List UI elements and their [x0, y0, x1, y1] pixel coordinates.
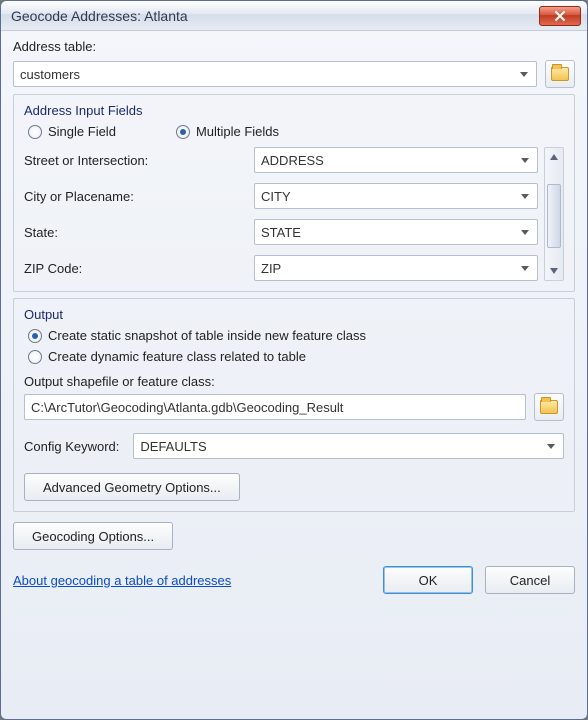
dynamic-feature-label: Create dynamic feature class related to …: [48, 349, 306, 364]
cancel-label: Cancel: [510, 573, 550, 588]
radio-checked-icon: [28, 329, 42, 343]
street-label: Street or Intersection:: [24, 153, 254, 168]
advanced-geometry-label: Advanced Geometry Options...: [43, 480, 221, 495]
geocoding-options-button[interactable]: Geocoding Options...: [13, 522, 173, 550]
input-fields-group: Address Input Fields Single Field Multip…: [13, 94, 575, 292]
scroll-up-button[interactable]: [545, 148, 563, 166]
config-keyword-value: DEFAULTS: [140, 439, 206, 454]
geocoding-options-label: Geocoding Options...: [32, 529, 154, 544]
city-label: City or Placename:: [24, 189, 254, 204]
static-snapshot-radio[interactable]: Create static snapshot of table inside n…: [28, 328, 564, 343]
output-group: Output Create static snapshot of table i…: [13, 298, 575, 512]
address-table-label: Address table:: [13, 39, 575, 54]
close-icon: [554, 11, 566, 21]
dialog-footer: About geocoding a table of addresses OK …: [13, 556, 575, 594]
chevron-up-icon: [550, 154, 558, 160]
zip-label: ZIP Code:: [24, 261, 254, 276]
cancel-button[interactable]: Cancel: [485, 566, 575, 594]
multiple-fields-radio[interactable]: Multiple Fields: [176, 124, 279, 139]
dialog-content: Address table: customers Address Input F…: [1, 31, 587, 719]
dynamic-feature-radio[interactable]: Create dynamic feature class related to …: [28, 349, 564, 364]
output-path-input[interactable]: C:\ArcTutor\Geocoding\Atlanta.gdb\Geocod…: [24, 394, 526, 420]
street-value: ADDRESS: [261, 153, 324, 168]
radio-unchecked-icon: [28, 125, 42, 139]
output-path-browse-button[interactable]: [534, 393, 564, 421]
city-value: CITY: [261, 189, 291, 204]
config-keyword-row: Config Keyword: DEFAULTS: [24, 433, 564, 459]
radio-checked-icon: [176, 125, 190, 139]
output-path-row: C:\ArcTutor\Geocoding\Atlanta.gdb\Geocod…: [24, 393, 564, 421]
zip-value: ZIP: [261, 261, 281, 276]
zip-combo[interactable]: ZIP: [254, 255, 538, 281]
multiple-fields-label: Multiple Fields: [196, 124, 279, 139]
scroll-thumb[interactable]: [547, 184, 561, 248]
window-title: Geocode Addresses: Atlanta: [11, 8, 539, 24]
radio-unchecked-icon: [28, 350, 42, 364]
dialog-window: Geocode Addresses: Atlanta Address table…: [0, 0, 588, 720]
advanced-geometry-button[interactable]: Advanced Geometry Options...: [24, 473, 240, 501]
chevron-down-icon: [550, 268, 558, 274]
output-legend: Output: [24, 307, 564, 322]
scroll-track[interactable]: [545, 166, 563, 262]
fields-area: Street or Intersection: ADDRESS City or …: [24, 147, 564, 281]
field-mode-radio-row: Single Field Multiple Fields: [28, 124, 564, 139]
close-button[interactable]: [539, 6, 581, 26]
ok-button[interactable]: OK: [383, 566, 473, 594]
state-label: State:: [24, 225, 254, 240]
state-combo[interactable]: STATE: [254, 219, 538, 245]
ok-label: OK: [419, 573, 438, 588]
config-keyword-combo[interactable]: DEFAULTS: [133, 433, 564, 459]
address-table-combo[interactable]: customers: [13, 61, 537, 87]
output-path-value: C:\ArcTutor\Geocoding\Atlanta.gdb\Geocod…: [31, 400, 343, 415]
single-field-radio[interactable]: Single Field: [28, 124, 116, 139]
output-path-label: Output shapefile or feature class:: [24, 374, 215, 389]
fields-grid: Street or Intersection: ADDRESS City or …: [24, 147, 538, 281]
scroll-down-button[interactable]: [545, 262, 563, 280]
config-keyword-label: Config Keyword:: [24, 439, 119, 454]
folder-open-icon: [540, 400, 558, 414]
fields-scrollbar[interactable]: [544, 147, 564, 281]
address-table-value: customers: [20, 67, 80, 82]
street-combo[interactable]: ADDRESS: [254, 147, 538, 173]
address-table-browse-button[interactable]: [545, 60, 575, 88]
single-field-label: Single Field: [48, 124, 116, 139]
about-link[interactable]: About geocoding a table of addresses: [13, 573, 231, 588]
city-combo[interactable]: CITY: [254, 183, 538, 209]
titlebar: Geocode Addresses: Atlanta: [1, 1, 587, 31]
address-table-row: customers: [13, 60, 575, 88]
input-fields-legend: Address Input Fields: [24, 103, 564, 118]
folder-open-icon: [551, 67, 569, 81]
state-value: STATE: [261, 225, 301, 240]
static-snapshot-label: Create static snapshot of table inside n…: [48, 328, 366, 343]
